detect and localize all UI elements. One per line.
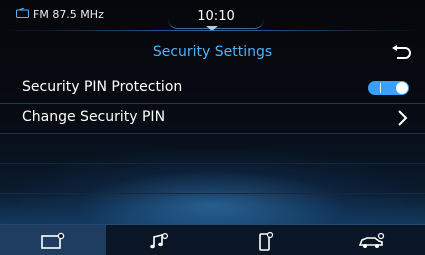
list-separator [0,163,425,164]
audio-settings-icon [150,232,169,248]
row-label: Change Security PIN [22,109,166,125]
page-title: Security Settings [152,44,273,60]
back-arrow-icon [392,45,411,59]
infotainment-screen: FM 87.5 MHz 10:10 Security Settings Secu… [0,0,425,255]
chevron-right-icon [396,109,410,127]
security-pin-protection-row[interactable]: Security PIN Protection [0,73,425,104]
toggle-knob [396,82,408,94]
radio-icon [16,7,29,21]
background-glow [0,150,425,230]
vehicle-settings-icon [358,232,384,248]
bottom-nav [0,224,425,255]
status-divider [0,30,425,31]
display-settings-icon [41,232,65,249]
tab-display-settings[interactable] [0,225,107,255]
tab-vehicle-settings[interactable] [319,225,425,255]
page-header: Security Settings [0,36,425,70]
security-pin-toggle[interactable] [368,81,409,95]
list-separator [0,193,425,194]
back-button[interactable] [388,42,414,64]
radio-source[interactable]: FM 87.5 MHz [16,7,104,21]
radio-frequency: FM 87.5 MHz [33,8,104,21]
status-bar: FM 87.5 MHz 10:10 [0,0,425,31]
change-security-pin-row[interactable]: Change Security PIN [0,103,425,134]
row-label: Security PIN Protection [22,79,183,95]
tab-phone-settings[interactable] [213,225,319,255]
tab-audio-settings[interactable] [106,225,212,255]
toggle-on-mark [380,83,381,93]
phone-settings-icon [258,231,273,251]
clock: 10:10 [197,9,235,24]
